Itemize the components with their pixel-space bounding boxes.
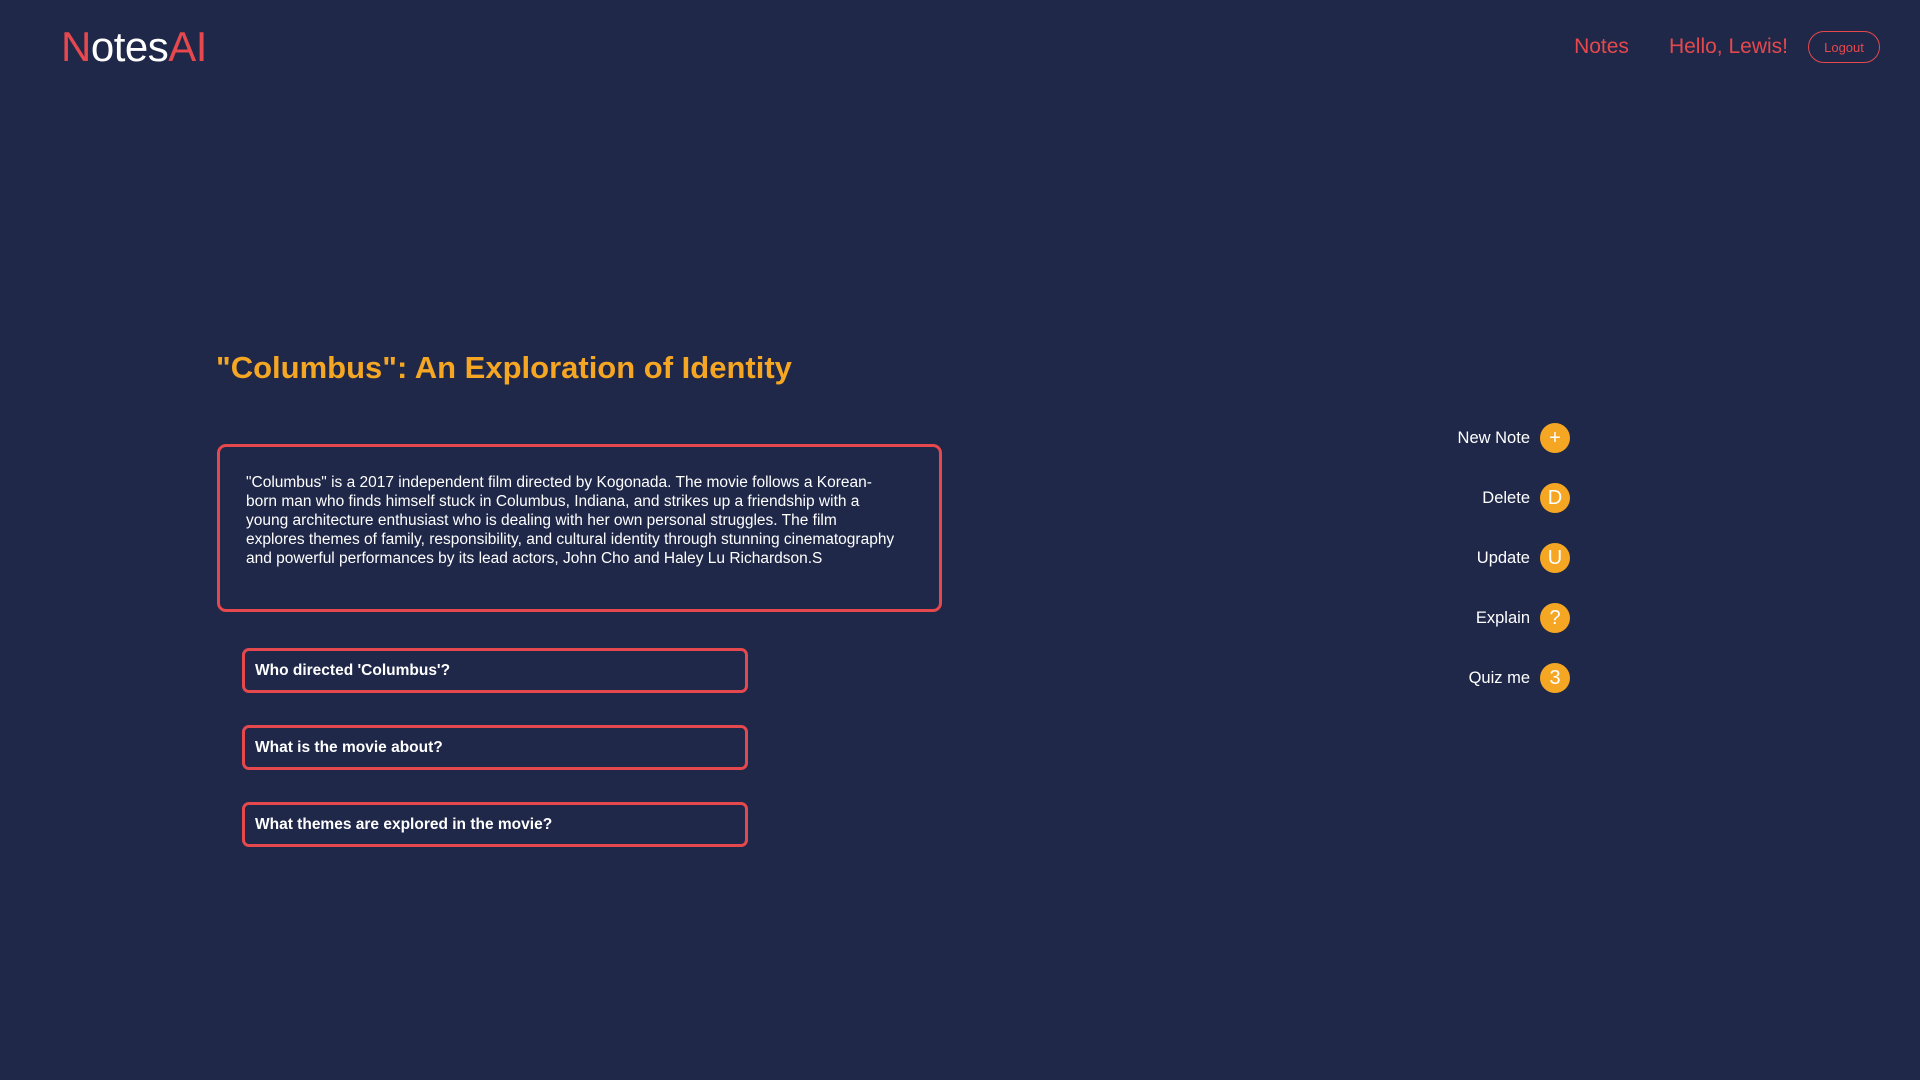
- action-label: Quiz me: [1468, 668, 1530, 687]
- page: NotesAI Notes Hello, Lewis! Logout "Colu…: [0, 0, 1920, 1080]
- explain-button[interactable]: Explain ?: [1400, 603, 1570, 633]
- user-greeting: Hello, Lewis!: [1668, 35, 1788, 58]
- action-label: Delete: [1482, 488, 1530, 507]
- logo-letter-n: N: [61, 23, 91, 70]
- top-nav: Notes Hello, Lewis! Logout: [1574, 30, 1880, 64]
- quiz-icon[interactable]: 3: [1540, 663, 1570, 693]
- delete-button[interactable]: Delete D: [1400, 483, 1570, 513]
- new-note-button[interactable]: New Note +: [1400, 423, 1570, 453]
- update-icon[interactable]: U: [1540, 543, 1570, 573]
- note-content-box: "Columbus" is a 2017 independent film di…: [217, 444, 942, 612]
- action-label: New Note: [1457, 428, 1530, 447]
- question-button[interactable]: What themes are explored in the movie?: [242, 802, 748, 847]
- nav-notes-link[interactable]: Notes: [1574, 35, 1629, 59]
- note-actions-menu: New Note + Delete D Update U Explain ? Q…: [1400, 423, 1570, 723]
- action-label: Update: [1476, 548, 1530, 567]
- plus-icon[interactable]: +: [1540, 423, 1570, 453]
- note-body-text: "Columbus" is a 2017 independent film di…: [246, 474, 895, 567]
- quiz-me-button[interactable]: Quiz me 3: [1400, 663, 1570, 693]
- note-title: "Columbus": An Exploration of Identity: [216, 350, 792, 385]
- question-icon[interactable]: ?: [1540, 603, 1570, 633]
- logout-button[interactable]: Logout: [1808, 31, 1880, 63]
- question-button[interactable]: What is the movie about?: [242, 725, 748, 770]
- action-label: Explain: [1475, 608, 1530, 627]
- update-button[interactable]: Update U: [1400, 543, 1570, 573]
- app-logo[interactable]: NotesAI: [61, 22, 207, 72]
- logo-otes: otes: [90, 23, 169, 70]
- logo-ai: AI: [168, 23, 207, 70]
- question-button[interactable]: Who directed 'Columbus'?: [242, 648, 748, 693]
- delete-icon[interactable]: D: [1540, 483, 1570, 513]
